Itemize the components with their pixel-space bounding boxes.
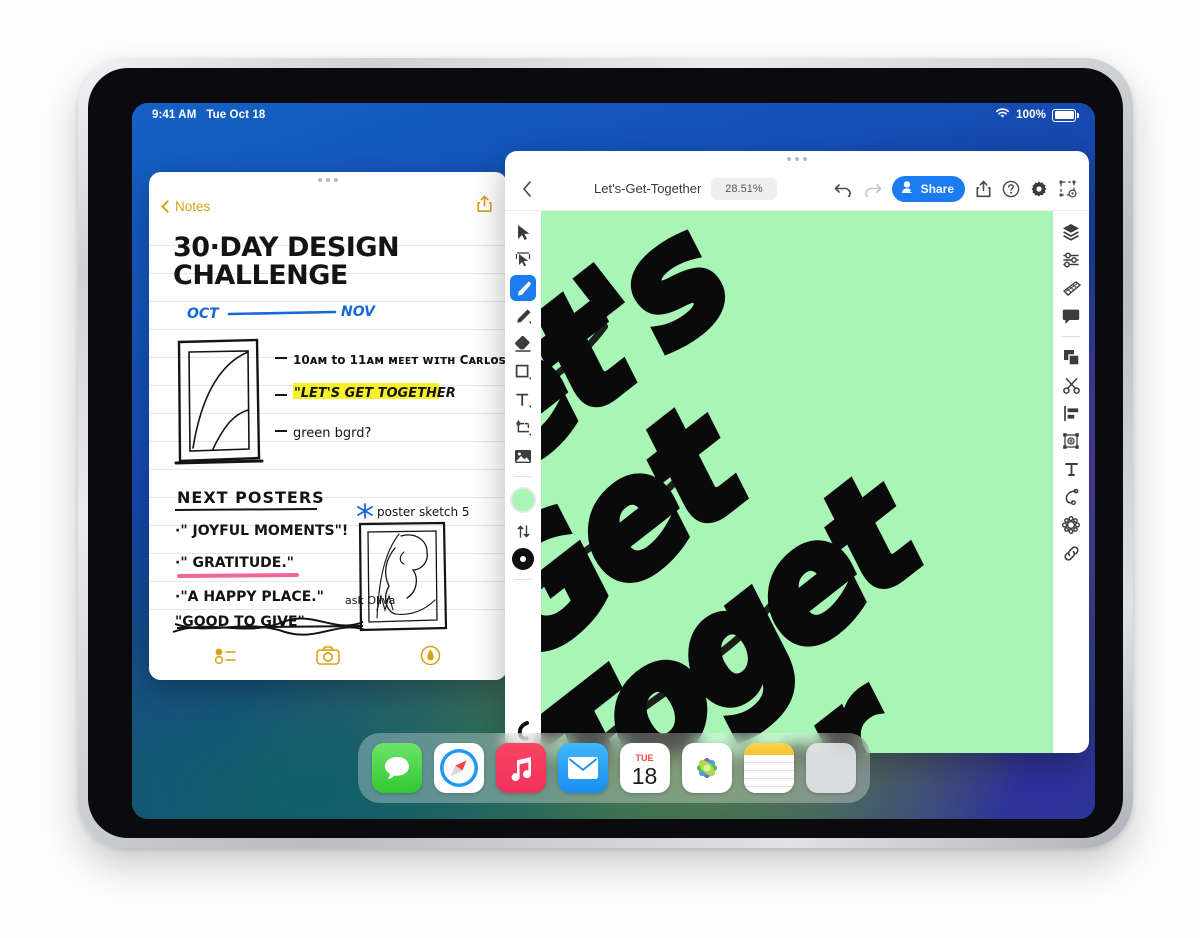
dock-app-notes[interactable] xyxy=(743,743,794,793)
undo-icon[interactable] xyxy=(834,181,853,197)
symmetry-icon[interactable] xyxy=(1058,512,1084,538)
poster-idea-1: ·" GRATITUDE." xyxy=(175,555,294,571)
frame-sketch xyxy=(174,338,264,465)
poster-idea-2: ·"A HAPPY PLACE." xyxy=(175,589,324,605)
camera-icon[interactable] xyxy=(316,646,341,670)
perspective-grid-icon[interactable] xyxy=(1058,275,1084,301)
stroke-color-swatch[interactable] xyxy=(512,548,534,570)
status-date: Tue Oct 18 xyxy=(206,109,266,121)
scissors-icon[interactable] xyxy=(1058,372,1084,398)
svg-text:OCT: OCT xyxy=(187,306,220,322)
eraser-icon[interactable] xyxy=(510,331,536,357)
left-tool-rail xyxy=(505,211,541,753)
brush-lettering-artwork: Let's Get Toget her xyxy=(541,211,960,753)
sketch-label: poster sketch 5 xyxy=(377,505,470,519)
right-rail-divider xyxy=(1062,336,1080,337)
dock-app-safari[interactable] xyxy=(433,743,484,793)
dock-app-calendar[interactable]: TUE 18 xyxy=(619,743,670,793)
calendar-day: 18 xyxy=(631,762,658,789)
notes-window[interactable]: Notes 30·DAY DESIGN CHALLENGE OCT NOV 10… xyxy=(149,172,507,680)
pencil-icon[interactable] xyxy=(510,303,536,329)
calendar-weekday: TUE xyxy=(635,752,654,763)
zoom-level[interactable]: 28.51% xyxy=(711,177,777,200)
share-button[interactable]: Share xyxy=(891,175,965,202)
scribble-note: ask Oliva xyxy=(345,594,396,607)
status-time: 9:41 AM xyxy=(152,109,197,121)
fill-color-swatch[interactable] xyxy=(510,487,536,513)
notes-back-button[interactable]: Notes xyxy=(161,198,211,214)
multitask-handle-icon[interactable] xyxy=(787,157,807,161)
asterisk-icon xyxy=(357,503,373,519)
adjustments-icon[interactable] xyxy=(1058,247,1084,273)
swap-colors-icon[interactable] xyxy=(510,518,536,544)
node-select-icon[interactable] xyxy=(510,247,536,273)
dock-app-folder[interactable] xyxy=(805,743,856,793)
screenshot-root: 9:41 AM Tue Oct 18 100% Notes 30·DAY DES… xyxy=(0,0,1200,938)
gear-icon[interactable] xyxy=(1030,180,1048,198)
shape-icon[interactable] xyxy=(510,359,536,385)
poster-sketch: poster sketch 5 xyxy=(357,503,470,632)
preview-icon[interactable] xyxy=(1058,179,1077,198)
note-title-line2: CHALLENGE xyxy=(173,260,348,291)
device-bezel: 9:41 AM Tue Oct 18 100% Notes 30·DAY DES… xyxy=(88,68,1123,838)
layers-icon[interactable] xyxy=(1058,219,1084,245)
poster-idea-3: "GOOD TO GIVE" xyxy=(175,614,305,630)
agenda-item-2: green bgrd? xyxy=(293,426,371,441)
rail-divider-2 xyxy=(514,579,532,580)
align-icon[interactable] xyxy=(1058,400,1084,426)
notes-bottom-toolbar xyxy=(149,636,507,680)
transform-icon[interactable] xyxy=(1058,428,1084,454)
select-arrow-icon[interactable] xyxy=(510,219,536,245)
ipad-device: 9:41 AM Tue Oct 18 100% Notes 30·DAY DES… xyxy=(78,58,1133,848)
artwork-canvas[interactable]: Let's Get Toget her xyxy=(541,211,1053,753)
battery-percent: 100% xyxy=(1016,109,1046,121)
checklist-icon[interactable] xyxy=(214,647,237,670)
crop-icon[interactable] xyxy=(510,415,536,441)
text-style-icon[interactable] xyxy=(1058,456,1084,482)
comment-icon[interactable] xyxy=(1058,303,1084,329)
svg-text:NOV: NOV xyxy=(341,304,376,320)
agenda-item-0: 10ᴀᴍ to 11ᴀᴍ ᴍᴇᴇᴛ ᴡɪᴛʜ Cᴀʀʟᴏs xyxy=(293,353,506,367)
document-title[interactable]: Let's-Get-Together xyxy=(594,181,701,196)
chevron-left-icon xyxy=(161,199,174,213)
month-range: OCT NOV xyxy=(187,304,376,322)
help-circle-icon[interactable] xyxy=(1002,180,1020,198)
notes-back-label: Notes xyxy=(175,198,211,214)
duplicate-icon[interactable] xyxy=(1058,344,1084,370)
share-button-label: Share xyxy=(920,181,954,196)
status-bar: 9:41 AM Tue Oct 18 100% xyxy=(132,103,1095,129)
dock: TUE 18 xyxy=(357,733,870,803)
pen-icon[interactable] xyxy=(510,275,536,301)
battery-full-icon xyxy=(1052,108,1079,122)
redo-icon[interactable] xyxy=(863,181,882,197)
image-icon[interactable] xyxy=(510,443,536,469)
person-add-icon xyxy=(900,179,916,198)
drawing-app-window[interactable]: Let's-Get-Together 28.51% Share Let's Ge… xyxy=(505,151,1089,753)
right-tool-rail xyxy=(1053,211,1089,753)
section-heading: NEXT POSTERS xyxy=(177,488,325,507)
ipad-screen: 9:41 AM Tue Oct 18 100% Notes 30·DAY DES… xyxy=(132,103,1095,819)
text-tool-icon[interactable] xyxy=(510,387,536,413)
chevron-left-icon[interactable] xyxy=(517,180,537,197)
markup-pen-icon[interactable] xyxy=(420,645,441,671)
wifi-icon xyxy=(995,108,1010,122)
dock-app-music[interactable] xyxy=(495,743,546,793)
multitask-handle-icon[interactable] xyxy=(318,178,338,182)
agenda-item-1: "LET'S GET TOGETHER xyxy=(294,386,456,401)
dock-app-photos[interactable] xyxy=(681,743,732,793)
poster-idea-0: ·" JOYFUL MOMENTS"! xyxy=(175,523,348,539)
notes-page[interactable]: 30·DAY DESIGN CHALLENGE OCT NOV 10ᴀᴍ to … xyxy=(149,218,507,636)
note-title-line1: 30·DAY DESIGN xyxy=(173,232,399,263)
dock-app-mail[interactable] xyxy=(557,743,608,793)
dock-app-messages[interactable] xyxy=(371,743,422,793)
path-icon[interactable] xyxy=(1058,484,1084,510)
rail-divider xyxy=(514,476,532,477)
link-icon[interactable] xyxy=(1058,540,1084,566)
export-icon[interactable] xyxy=(975,180,992,198)
share-icon[interactable] xyxy=(476,195,493,218)
drawing-app-toolbar: Let's-Get-Together 28.51% Share xyxy=(505,167,1089,211)
